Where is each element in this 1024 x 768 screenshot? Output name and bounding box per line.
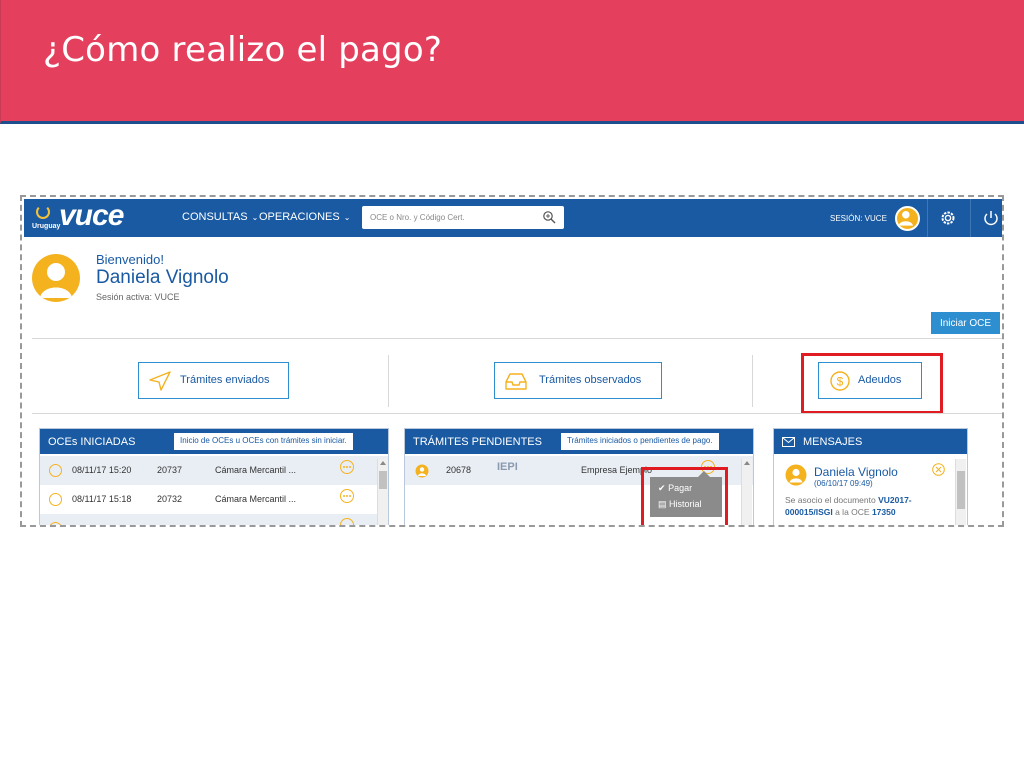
logo-country: Uruguay — [32, 223, 61, 230]
slide: ¿Cómo realizo el pago? Uruguay vuce CONS… — [0, 0, 1024, 768]
screenshot-frame: Uruguay vuce CONSULTAS⌄ OPERACIONES⌄ SES… — [20, 195, 1004, 527]
panel-tag: Trámites iniciados o pendientes de pago. — [561, 433, 719, 450]
scrollbar[interactable] — [955, 459, 966, 525]
message-oce: 17350 — [871, 507, 896, 517]
welcome-greeting: Bienvenido! — [96, 252, 164, 267]
sent-procedures-button[interactable]: Trámites enviados — [138, 362, 289, 399]
divider — [32, 338, 1002, 339]
user-icon — [415, 464, 429, 478]
user-name: Daniela Vignolo — [96, 267, 229, 288]
row-id: 20737 — [157, 465, 183, 475]
add-icon[interactable] — [49, 464, 62, 477]
add-icon[interactable] — [49, 522, 62, 525]
highlight-debts — [801, 353, 943, 414]
divider — [752, 355, 753, 407]
sent-procedures-label: Trámites enviados — [180, 374, 270, 386]
scrollbar[interactable] — [377, 459, 388, 525]
more-options-icon[interactable] — [340, 489, 354, 503]
top-nav: Uruguay vuce CONSULTAS⌄ OPERACIONES⌄ SES… — [24, 199, 1002, 237]
panel-messages: MENSAJES Daniela Vignolo (06/10/17 09:49… — [773, 428, 968, 525]
message-text-prefix: Se asocio el documento — [785, 495, 879, 505]
inbox-icon — [505, 373, 527, 390]
slide-title: ¿Cómo realizo el pago? — [43, 30, 443, 70]
divider — [388, 355, 389, 407]
logo-brand: vuce — [59, 199, 124, 232]
highlight-pay-menu — [641, 467, 728, 525]
add-icon[interactable] — [49, 493, 62, 506]
more-options-icon[interactable] — [340, 460, 354, 474]
panel-title: TRÁMITES PENDIENTES — [413, 436, 542, 448]
scrollbar[interactable] — [741, 459, 752, 525]
chevron-down-icon: ⌄ — [343, 213, 351, 222]
row-organization: IEPI — [497, 461, 518, 473]
row-entity: Cámara Mercantil ... — [215, 494, 297, 504]
panel-header: MENSAJES — [774, 429, 967, 454]
title-bar: ¿Cómo realizo el pago? — [0, 0, 1024, 124]
panel-header: TRÁMITES PENDIENTES Trámites iniciados o… — [405, 429, 753, 454]
search-box — [362, 206, 564, 229]
menu-operaciones[interactable]: OPERACIONES ⌄ — [259, 211, 350, 223]
search-input[interactable] — [370, 211, 530, 224]
search-icon[interactable] — [542, 210, 556, 224]
chevron-down-icon: ⌄ — [251, 213, 259, 222]
message-date: (06/10/17 09:49) — [814, 479, 873, 488]
menu-operaciones-label: OPERACIONES — [259, 211, 340, 223]
active-session: Sesión activa: VUCE — [96, 292, 180, 302]
vuce-app: Uruguay vuce CONSULTAS⌄ OPERACIONES⌄ SES… — [24, 199, 1002, 525]
panel-tag: Inicio de OCEs u OCEs con trámites sin i… — [174, 433, 353, 450]
observed-procedures-button[interactable]: Trámites observados — [494, 362, 662, 399]
table-row[interactable]: 08/11/17 15:20 20737 Cámara Mercantil ..… — [40, 456, 388, 485]
observed-procedures-label: Trámites observados — [539, 374, 642, 386]
start-oce-button[interactable]: Iniciar OCE — [931, 312, 1000, 334]
scroll-thumb[interactable] — [957, 471, 965, 509]
nav-divider — [970, 199, 971, 237]
user-icon — [898, 210, 913, 226]
vuce-logo[interactable]: Uruguay vuce — [32, 199, 142, 235]
user-icon — [785, 464, 807, 486]
profile-avatar — [32, 254, 80, 302]
power-icon[interactable] — [982, 209, 1000, 227]
panel-oces-started: OCEs INICIADAS Inicio de OCEs u OCEs con… — [39, 428, 389, 525]
menu-consultas[interactable]: CONSULTAS ⌄ — [182, 211, 258, 223]
row-date: 08/11/17 15:20 — [72, 465, 132, 475]
sun-emblem-icon — [36, 205, 50, 219]
panel-header: OCEs INICIADAS Inicio de OCEs u OCEs con… — [40, 429, 388, 454]
scroll-up-icon[interactable] — [744, 461, 750, 465]
message-text: Se asocio el documento VU2017-000015/ISG… — [785, 494, 955, 518]
message-sender: Daniela Vignolo — [814, 465, 898, 479]
scroll-up-icon[interactable] — [380, 461, 386, 465]
message-text-mid: a la OCE — [832, 507, 872, 517]
table-row[interactable]: 08/11/17 15:18 20732 Cámara Mercantil ..… — [40, 485, 388, 514]
row-date: 08/11/17 15:18 — [72, 494, 132, 504]
gear-icon[interactable] — [939, 209, 957, 227]
scroll-thumb[interactable] — [379, 471, 387, 489]
table-row[interactable] — [40, 514, 388, 525]
row-id: 20678 — [446, 465, 472, 475]
send-icon — [149, 371, 171, 391]
divider — [32, 413, 1002, 414]
session-label: SESIÓN: VUCE — [830, 214, 887, 223]
row-id: 20732 — [157, 494, 183, 504]
panel-title: OCEs INICIADAS — [48, 436, 136, 448]
close-icon[interactable] — [932, 463, 945, 476]
menu-consultas-label: CONSULTAS — [182, 211, 248, 223]
user-avatar[interactable] — [895, 206, 920, 231]
envelope-icon — [782, 437, 795, 447]
panel-title: MENSAJES — [803, 436, 863, 448]
more-options-icon[interactable] — [340, 518, 354, 525]
nav-divider — [927, 199, 928, 237]
user-icon — [40, 263, 72, 298]
row-entity: Cámara Mercantil ... — [215, 465, 297, 475]
